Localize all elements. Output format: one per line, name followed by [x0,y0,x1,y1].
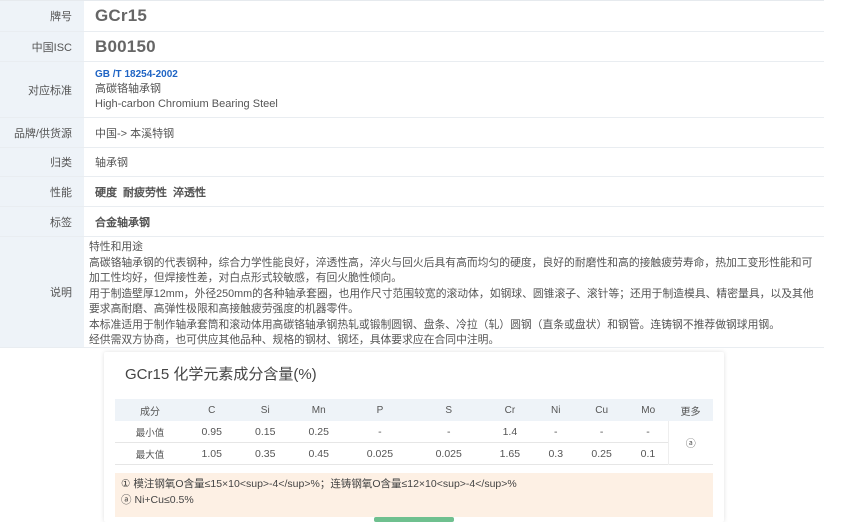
chem-header-label: 成分 [140,406,160,418]
value-supplier: 中国-> 本溪特钢 [95,127,175,140]
table-cell: 0.15 [255,425,276,438]
table-cell: - [646,425,650,438]
table-cell: 0.3 [548,447,564,460]
chem-header-element: Mo [641,404,656,416]
table-cell: 1.4 [502,425,518,438]
chem-header-row: 成分 C Si Mn P S Cr Ni Cu Mo 更多 [115,399,713,421]
chem-header-element: P [376,404,384,416]
label-performance: 性能 [0,177,84,206]
chem-header-element: Mn [311,404,326,416]
property-fatigue-resistance[interactable]: 耐疲劳性 [123,184,167,200]
description-paragraph: 高碳铬轴承钢的代表钢种，综合力学性能良好，淬透性高，淬火与回火后具有高而均匀的硬… [89,256,813,285]
label-tags: 标签 [0,207,84,236]
footnote-marker: ⓐ [121,494,132,506]
description-paragraph: 用于制造壁厚12mm，外径250mm的各种轴承套圈，也用作尺寸范围较宽的滚动体，… [89,287,814,316]
label-isc: 中国ISC [0,32,84,61]
label-standard: 对应标准 [0,62,84,117]
table-cell: 0.25 [591,447,612,460]
row-isc: 中国ISC B00150 [0,32,824,62]
property-hardenability[interactable]: 淬透性 [173,184,206,200]
table-cell: - [378,425,382,438]
chem-header-element: S [445,404,453,416]
footnote: ⓐ Ni+Cu≤0.5% [121,492,707,508]
material-properties-table: 牌号 GCr15 中国ISC B00150 对应标准 GB /T 18254-2… [0,0,824,348]
footnote: ① 模注钢氧O含量≤15×10<sup>-4</sup>%；连铸钢氧O含量≤12×… [121,476,707,492]
table-cell: 0.25 [308,425,329,438]
table-cell: - [554,425,558,438]
label-grade: 牌号 [0,1,84,31]
label-category: 归类 [0,148,84,176]
description-paragraph: 经供需双方协商，也可供应其他品种、规格的钢材、钢坯，具体要求应在合同中注明。 [89,334,500,346]
footnote-text: 模注钢氧O含量≤15×10<sup>-4</sup>%；连铸钢氧O含量≤12×1… [133,478,517,490]
chem-header-more: 更多 [680,406,701,418]
table-row: 最大值 1.05 0.35 0.45 0.025 0.025 1.65 0.3 … [115,443,713,465]
value-grade: GCr15 [95,6,148,25]
row-performance: 性能 硬度 耐疲劳性 淬透性 [0,177,824,207]
label-description: 说明 [0,237,84,347]
description-paragraph: 本标准适用于制作轴承套筒和滚动体用高碳铬轴承钢热轧或锻制圆钢、盘条、冷拉（轧）圆… [89,318,780,331]
row-label-min: 最小值 [135,427,165,439]
table-cell: 0.1 [640,447,656,460]
row-supplier: 品牌/供货源 中国-> 本溪特钢 [0,118,824,148]
table-cell: 0.025 [435,447,462,460]
row-label-max: 最大值 [135,449,165,461]
chemical-composition-card: GCr15 化学元素成分含量(%) 成分 C Si Mn P S Cr Ni C… [104,352,724,522]
chem-header-element: Cu [595,404,609,416]
footnotes: ① 模注钢氧O含量≤15×10<sup>-4</sup>%；连铸钢氧O含量≤12×… [115,473,713,517]
row-grade: 牌号 GCr15 [0,1,824,32]
chem-title: GCr15 化学元素成分含量(%) [125,366,317,383]
label-supplier: 品牌/供货源 [0,118,84,147]
next-section-button[interactable] [374,517,454,522]
row-description: 说明 特性和用途 高碳铬轴承钢的代表钢种，综合力学性能良好，淬透性高，淬火与回火… [0,237,824,348]
row-standard: 对应标准 GB /T 18254-2002 高碳铬轴承钢 High-carbon… [0,62,824,118]
standard-link[interactable]: GB /T 18254-2002 [95,67,824,82]
standard-name-cn: 高碳铬轴承钢 [95,83,161,95]
table-cell: 0.025 [366,447,394,460]
chemical-composition-table: 成分 C Si Mn P S Cr Ni Cu Mo 更多 最小值 0.95 0… [115,399,713,465]
table-cell: 1.65 [499,447,521,460]
tag-alloy-bearing-steel[interactable]: 合金轴承钢 [95,214,824,230]
chem-header-element: Si [260,404,270,416]
value-isc: B00150 [95,36,156,56]
description-heading: 特性和用途 [89,241,143,253]
row-category: 归类 轴承钢 [0,148,824,177]
table-cell: - [599,425,604,438]
table-cell: 0.95 [201,425,222,438]
row-tags: 标签 合金轴承钢 [0,207,824,237]
chem-header-element: Ni [551,404,561,416]
table-row: 最小值 0.95 0.15 0.25 - - 1.4 - - - ⓐ [115,421,713,465]
table-cell: 1.05 [201,447,222,460]
footnote-marker: ① [121,478,131,490]
property-hardness[interactable]: 硬度 [95,184,117,200]
table-cell: 0.35 [255,447,276,460]
table-cell: 0.45 [308,447,329,460]
value-category: 轴承钢 [95,157,128,169]
table-cell: - [446,425,451,438]
chem-header-element: C [208,404,216,416]
standard-name-en: High-carbon Chromium Bearing Steel [95,98,278,110]
footnote-text: Ni+Cu≤0.5% [134,494,194,506]
chem-header-element: Cr [504,404,516,416]
more-footnote-link[interactable]: ⓐ [667,421,713,465]
